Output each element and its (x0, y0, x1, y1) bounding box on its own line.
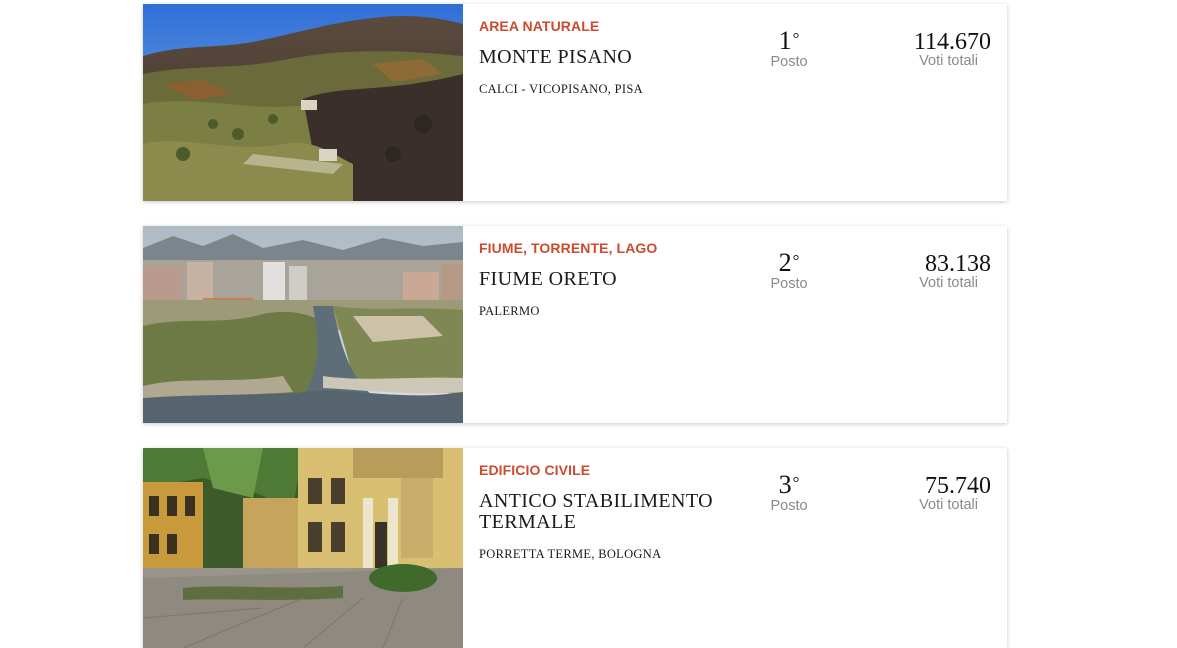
votes-count: 83.138 (925, 251, 991, 277)
place-photo[interactable] (143, 448, 463, 648)
burnt-hillside-photo (143, 4, 463, 201)
rank-label: Posto (770, 498, 808, 514)
rank-label: Posto (770, 54, 808, 70)
place-title[interactable]: FIUME ORETO (479, 269, 749, 290)
votes-block: 83.138 Voti totali (831, 250, 991, 291)
river-mouth-city-photo (143, 226, 463, 423)
place-info: EDIFICIO CIVILE ANTICO STABILIMENTO TERM… (479, 448, 749, 562)
place-card[interactable]: AREA NATURALE MONTE PISANO CALCI - VICOP… (143, 4, 1007, 201)
votes-label: Voti totali (919, 497, 978, 513)
place-location: PALERMO (479, 304, 540, 318)
place-card[interactable]: EDIFICIO CIVILE ANTICO STABILIMENTO TERM… (143, 448, 1007, 648)
votes-count: 114.670 (913, 29, 991, 55)
place-title[interactable]: ANTICO STABILIMENTO TERMALE (479, 491, 749, 533)
votes-block: 114.670 Voti totali (831, 28, 991, 69)
thermal-building-photo (143, 448, 463, 648)
rank-label: Posto (770, 276, 808, 292)
rank-block: 3° Posto (751, 470, 827, 514)
rank-block: 2° Posto (751, 248, 827, 292)
place-photo[interactable] (143, 226, 463, 423)
place-card[interactable]: FIUME, TORRENTE, LAGO FIUME ORETO PALERM… (143, 226, 1007, 423)
place-category: AREA NATURALE (479, 18, 600, 34)
votes-block: 75.740 Voti totali (831, 472, 991, 513)
place-info: FIUME, TORRENTE, LAGO FIUME ORETO PALERM… (479, 226, 749, 319)
degree-symbol: ° (792, 251, 800, 270)
degree-symbol: ° (792, 473, 800, 492)
place-location: CALCI - VICOPISANO, PISA (479, 82, 643, 96)
rank-number: 2° (778, 248, 800, 277)
rank-number: 1° (778, 26, 800, 55)
votes-count: 75.740 (925, 473, 991, 499)
place-category: EDIFICIO CIVILE (479, 462, 591, 478)
place-category: FIUME, TORRENTE, LAGO (479, 240, 658, 256)
place-info: AREA NATURALE MONTE PISANO CALCI - VICOP… (479, 4, 749, 97)
rank-number: 3° (778, 470, 800, 499)
place-title[interactable]: MONTE PISANO (479, 47, 749, 68)
place-photo[interactable] (143, 4, 463, 201)
votes-label: Voti totali (919, 53, 978, 69)
place-location: PORRETTA TERME, BOLOGNA (479, 547, 662, 561)
votes-label: Voti totali (919, 275, 978, 291)
degree-symbol: ° (792, 29, 800, 48)
rank-block: 1° Posto (751, 26, 827, 70)
ranking-list: AREA NATURALE MONTE PISANO CALCI - VICOP… (0, 0, 1177, 648)
